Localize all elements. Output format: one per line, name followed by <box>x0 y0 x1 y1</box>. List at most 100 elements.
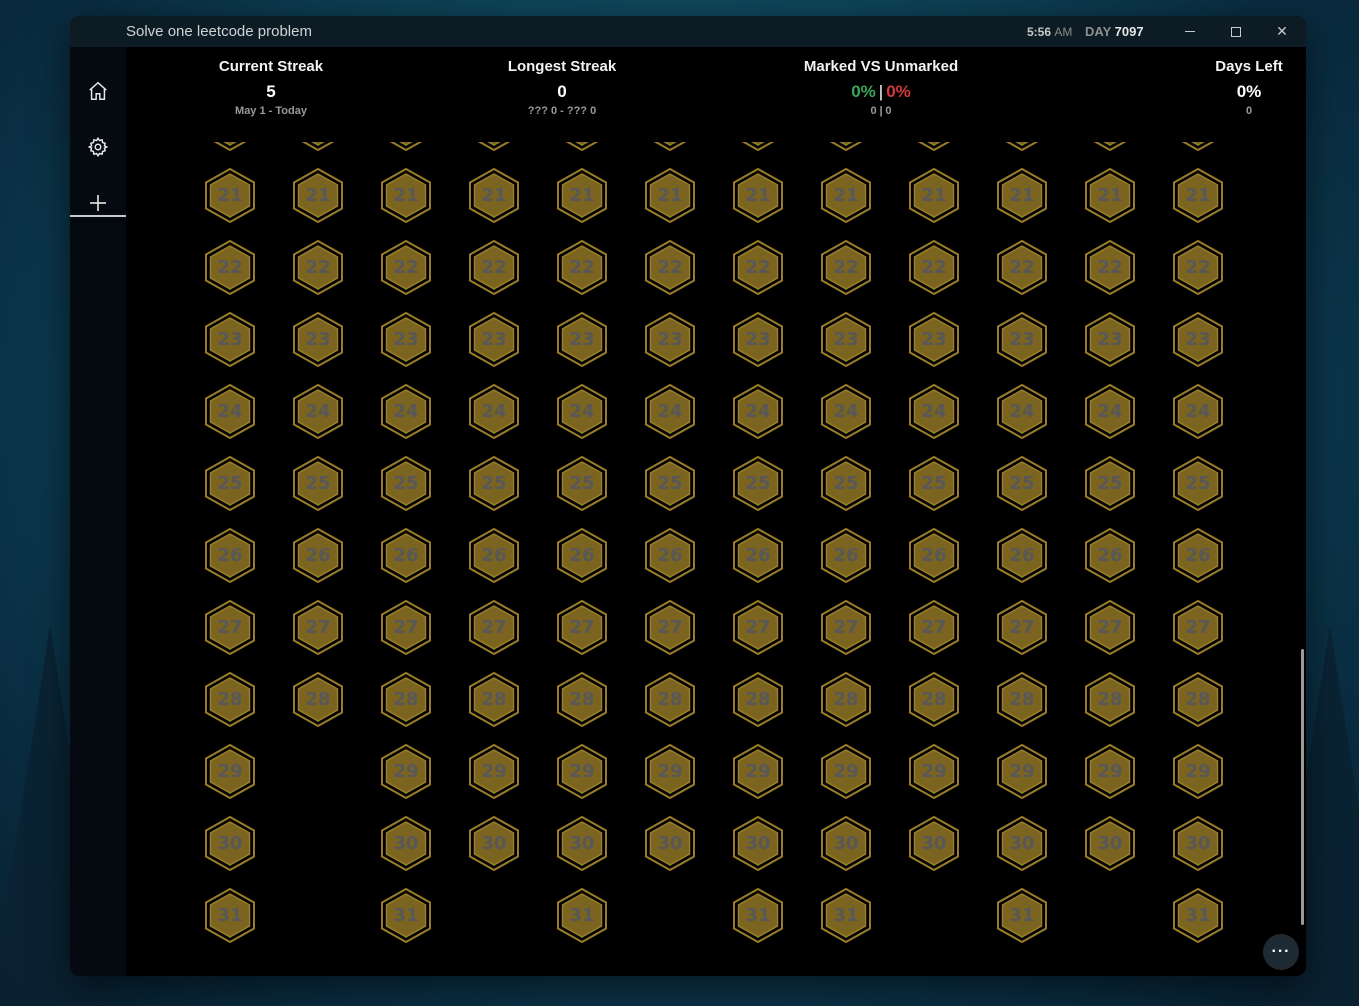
day-badge[interactable]: 28 <box>996 671 1048 727</box>
day-badge[interactable]: 25 <box>1172 455 1224 511</box>
day-badge[interactable]: 24 <box>732 383 784 439</box>
day-badge[interactable]: 27 <box>732 599 784 655</box>
day-badge[interactable]: 26 <box>1084 527 1136 583</box>
day-badge[interactable]: 26 <box>556 527 608 583</box>
day-badge[interactable]: 27 <box>1084 599 1136 655</box>
day-badge[interactable]: 21 <box>820 167 872 223</box>
day-badge[interactable]: 23 <box>732 311 784 367</box>
day-badge[interactable]: 27 <box>996 599 1048 655</box>
day-badge[interactable]: 21 <box>732 167 784 223</box>
day-badge[interactable]: 23 <box>908 311 960 367</box>
day-badge[interactable]: 27 <box>908 599 960 655</box>
day-badge[interactable]: 25 <box>908 455 960 511</box>
day-badge[interactable]: 30 <box>644 815 696 871</box>
day-badge[interactable]: 26 <box>908 527 960 583</box>
day-badge[interactable]: 28 <box>556 671 608 727</box>
day-badge[interactable]: 31 <box>996 887 1048 943</box>
minimize-button[interactable] <box>1167 16 1213 47</box>
day-badge[interactable]: 23 <box>468 311 520 367</box>
day-badge[interactable]: 30 <box>908 815 960 871</box>
day-badge[interactable]: 25 <box>380 455 432 511</box>
day-badge[interactable]: 31 <box>732 887 784 943</box>
day-badge[interactable]: 31 <box>556 887 608 943</box>
day-badge[interactable]: 24 <box>380 383 432 439</box>
day-badge[interactable]: 23 <box>820 311 872 367</box>
day-badge[interactable]: 23 <box>204 311 256 367</box>
day-badge[interactable]: 24 <box>908 383 960 439</box>
day-badge[interactable]: 27 <box>820 599 872 655</box>
scrollbar-thumb[interactable] <box>1301 649 1304 925</box>
day-badge[interactable]: 24 <box>292 383 344 439</box>
day-badge[interactable]: 29 <box>204 743 256 799</box>
day-badge[interactable]: 22 <box>292 239 344 295</box>
day-badge[interactable]: 25 <box>468 455 520 511</box>
day-badge[interactable]: 21 <box>644 167 696 223</box>
close-button[interactable]: ✕ <box>1259 16 1305 47</box>
day-badge[interactable]: 23 <box>644 311 696 367</box>
day-badge[interactable]: 30 <box>468 815 520 871</box>
day-badge[interactable]: 25 <box>1084 455 1136 511</box>
day-badge[interactable]: 25 <box>996 455 1048 511</box>
day-badge[interactable]: 24 <box>996 383 1048 439</box>
day-badge[interactable]: 26 <box>820 527 872 583</box>
day-badge[interactable]: 21 <box>1172 167 1224 223</box>
day-badge[interactable]: 21 <box>380 167 432 223</box>
day-badge[interactable]: 21 <box>996 167 1048 223</box>
day-badge[interactable]: 28 <box>908 671 960 727</box>
day-badge[interactable]: 21 <box>204 167 256 223</box>
day-badge[interactable]: 24 <box>204 383 256 439</box>
day-badge[interactable]: 31 <box>380 887 432 943</box>
day-badge[interactable]: 29 <box>556 743 608 799</box>
day-badge[interactable]: 26 <box>1172 527 1224 583</box>
day-badge[interactable]: 30 <box>380 815 432 871</box>
day-badge[interactable]: 22 <box>644 239 696 295</box>
day-badge[interactable]: 26 <box>380 527 432 583</box>
day-badge[interactable]: 29 <box>820 743 872 799</box>
day-badge[interactable]: 21 <box>1084 167 1136 223</box>
day-badge[interactable]: 25 <box>820 455 872 511</box>
day-badge[interactable]: 23 <box>1172 311 1224 367</box>
day-badge[interactable]: 30 <box>996 815 1048 871</box>
day-badge[interactable]: 30 <box>1084 815 1136 871</box>
sidebar-item-home[interactable] <box>70 67 126 115</box>
day-badge[interactable]: 28 <box>380 671 432 727</box>
day-badge[interactable]: 28 <box>644 671 696 727</box>
day-badge[interactable]: 26 <box>204 527 256 583</box>
day-badge[interactable]: 28 <box>1084 671 1136 727</box>
day-badge[interactable]: 22 <box>556 239 608 295</box>
day-badge[interactable]: 28 <box>1172 671 1224 727</box>
more-options-button[interactable]: ··· <box>1263 934 1299 970</box>
day-badge[interactable]: 24 <box>644 383 696 439</box>
day-badge[interactable]: 21 <box>468 167 520 223</box>
day-badge[interactable]: 25 <box>732 455 784 511</box>
day-badge[interactable]: 30 <box>732 815 784 871</box>
day-badge[interactable]: 25 <box>204 455 256 511</box>
day-badge[interactable]: 29 <box>996 743 1048 799</box>
day-badge[interactable]: 27 <box>380 599 432 655</box>
day-badge[interactable]: 25 <box>556 455 608 511</box>
day-badge[interactable]: 26 <box>292 527 344 583</box>
day-badge[interactable]: 26 <box>732 527 784 583</box>
day-badge[interactable]: 22 <box>468 239 520 295</box>
day-badge[interactable]: 29 <box>468 743 520 799</box>
title-bar[interactable]: Solve one leetcode problem 5:56 AM DAY 7… <box>70 16 1306 47</box>
day-badge[interactable]: 25 <box>292 455 344 511</box>
day-badge[interactable]: 27 <box>468 599 520 655</box>
day-badge[interactable]: 30 <box>1172 815 1224 871</box>
day-badge[interactable]: 22 <box>1084 239 1136 295</box>
day-badge[interactable]: 23 <box>380 311 432 367</box>
day-badge[interactable]: 24 <box>556 383 608 439</box>
day-badge[interactable]: 23 <box>292 311 344 367</box>
day-badge[interactable]: 28 <box>292 671 344 727</box>
day-badge[interactable]: 29 <box>380 743 432 799</box>
day-badge[interactable]: 27 <box>644 599 696 655</box>
day-badge[interactable]: 28 <box>468 671 520 727</box>
day-badge[interactable]: 23 <box>556 311 608 367</box>
day-badge[interactable]: 22 <box>908 239 960 295</box>
day-badge[interactable]: 22 <box>732 239 784 295</box>
day-badge[interactable]: 23 <box>1084 311 1136 367</box>
day-badge[interactable]: 29 <box>644 743 696 799</box>
day-badge[interactable]: 28 <box>820 671 872 727</box>
day-badge[interactable]: 22 <box>204 239 256 295</box>
day-badge[interactable]: 24 <box>820 383 872 439</box>
